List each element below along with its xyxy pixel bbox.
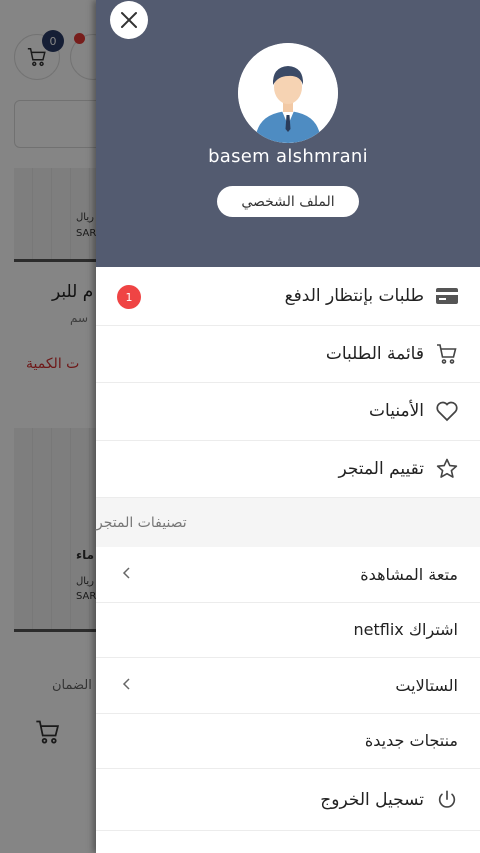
menu-item-label: تقييم المتجر: [338, 458, 424, 479]
store-categories-header: تصنيفات المتجر: [96, 498, 480, 547]
menu-item-wishlist[interactable]: الأمنيات: [96, 383, 480, 441]
chevron-left-icon: [122, 565, 132, 584]
menu-item-label: قائمة الطلبات: [325, 343, 424, 364]
category-label: اشتراك netflix: [353, 620, 458, 640]
category-item-satellite[interactable]: الستالايت: [96, 658, 480, 714]
pending-count-badge: 1: [117, 285, 141, 309]
power-icon: [434, 787, 460, 813]
chevron-left-icon: [122, 676, 132, 695]
logout-label: تسجيل الخروج: [320, 789, 424, 810]
category-label: الستالايت: [395, 675, 458, 695]
menu-item-orders[interactable]: قائمة الطلبات: [96, 325, 480, 383]
category-item-new-products[interactable]: منتجات جديدة: [96, 714, 480, 769]
menu-item-rate-store[interactable]: تقييم المتجر: [96, 440, 480, 498]
credit-card-icon: [434, 283, 460, 309]
category-item-watching[interactable]: متعة المشاهدة: [96, 547, 480, 603]
avatar: [238, 43, 338, 143]
heart-icon: [434, 398, 460, 424]
cart-icon: [434, 341, 460, 367]
menu-item-label: طلبات بإنتظار الدفع: [284, 286, 424, 307]
category-label: متعة المشاهدة: [360, 564, 458, 584]
category-label: منتجات جديدة: [364, 731, 458, 751]
user-name: basem alshmrani: [208, 146, 368, 167]
profile-button[interactable]: الملف الشخصي: [217, 186, 359, 217]
close-icon: [121, 12, 137, 28]
menu-item-pending-payment[interactable]: طلبات بإنتظار الدفع 1: [96, 268, 480, 326]
star-icon: [434, 456, 460, 482]
menu-item-label: الأمنيات: [369, 401, 424, 422]
user-avatar-icon: [238, 43, 338, 143]
side-drawer: basem alshmrani الملف الشخصي طلبات بإنتظ…: [96, 0, 480, 853]
category-item-netflix[interactable]: اشتراك netflix: [96, 603, 480, 658]
logout-button[interactable]: تسجيل الخروج: [96, 769, 480, 831]
drawer-menu: طلبات بإنتظار الدفع 1 قائمة الطلبات الأم…: [96, 268, 480, 831]
drawer-header: basem alshmrani الملف الشخصي: [96, 0, 480, 267]
close-drawer-button[interactable]: [110, 1, 148, 39]
